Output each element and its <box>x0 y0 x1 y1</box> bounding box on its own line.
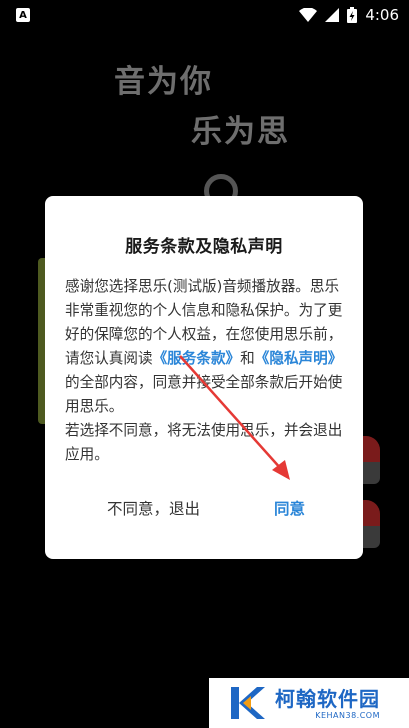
terms-of-service-link[interactable]: 《服务条款》 <box>153 350 241 367</box>
status-left: A <box>10 8 30 22</box>
battery-charging-icon <box>347 7 358 23</box>
status-right: 4:06 <box>299 6 399 24</box>
app-notification-icon: A <box>16 8 30 22</box>
privacy-statement-link[interactable]: 《隐私声明》 <box>255 350 343 367</box>
dialog-body: 感谢您选择思乐(测试版)音频播放器。思乐非常重视您的个人信息和隐私保护。为了更好… <box>65 275 343 467</box>
body-text-decline-note: 若选择不同意，将无法使用思乐，并会退出应用。 <box>65 422 343 463</box>
clock: 4:06 <box>365 6 399 24</box>
watermark-name: 柯翰软件园 <box>275 686 380 711</box>
wifi-icon <box>299 8 318 22</box>
kehan-logo-icon <box>231 687 265 719</box>
agree-button[interactable]: 同意 <box>274 497 305 519</box>
dialog-actions: 不同意，退出 同意 <box>45 497 363 519</box>
watermark-url: KEHAN38.COM <box>315 710 380 720</box>
watermark: 柯翰软件园 KEHAN38.COM <box>209 678 409 728</box>
body-text-and: 和 <box>240 350 255 367</box>
signal-icon <box>325 8 340 22</box>
watermark-text: 柯翰软件园 KEHAN38.COM <box>275 687 380 720</box>
slogan-line-2: 乐为思 <box>191 114 290 150</box>
slogan-line-1: 音为你 <box>114 64 213 100</box>
privacy-dialog: 服务条款及隐私声明 感谢您选择思乐(测试版)音频播放器。思乐非常重视您的个人信息… <box>45 196 363 559</box>
body-text-consent: 的全部内容，同意并接受全部条款后开始使用思乐。 <box>65 374 343 415</box>
status-bar: A 4:06 <box>0 0 409 30</box>
decline-exit-button[interactable]: 不同意，退出 <box>107 497 200 519</box>
dialog-title: 服务条款及隐私声明 <box>125 237 283 257</box>
